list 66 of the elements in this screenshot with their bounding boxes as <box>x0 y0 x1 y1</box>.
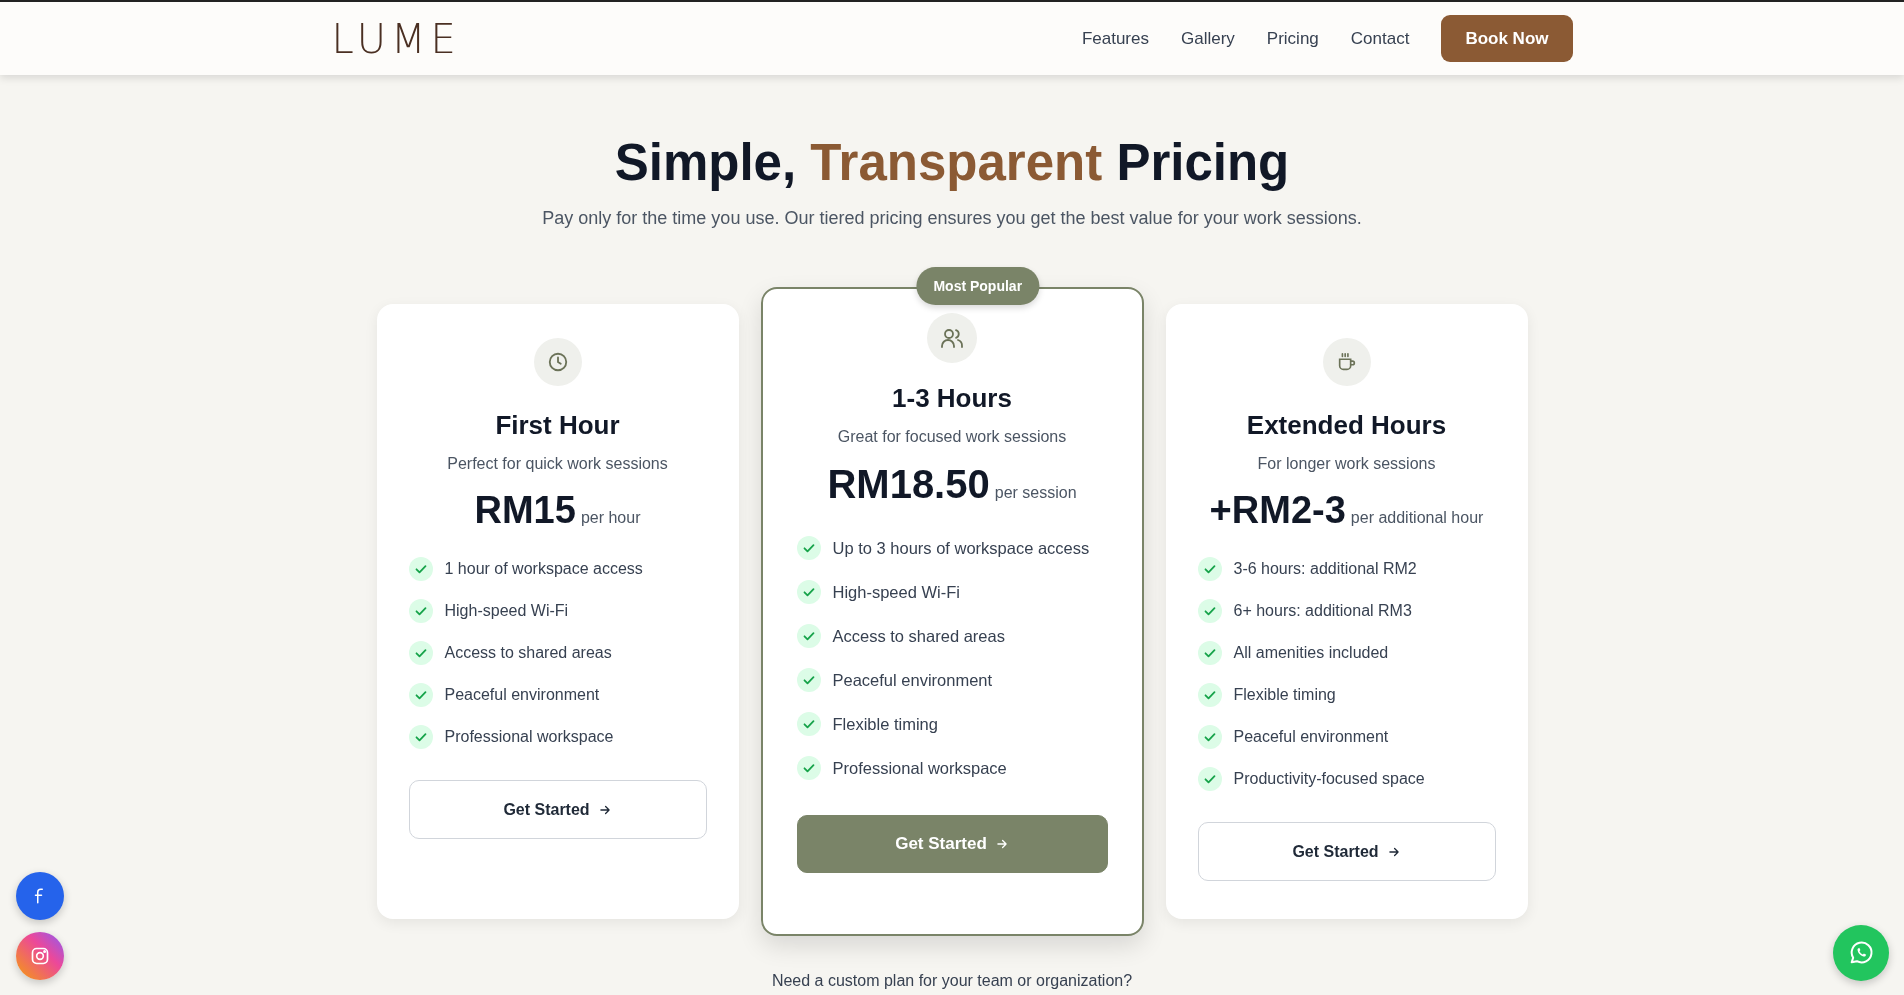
feature-text: High-speed Wi-Fi <box>444 601 569 621</box>
feature-text: Up to 3 hours of workspace access <box>832 538 1090 559</box>
feature-text: All amenities included <box>1233 643 1389 663</box>
get-started-button[interactable]: Get Started <box>796 815 1108 873</box>
nav-link[interactable]: Contact <box>1350 28 1410 49</box>
feature-text: Access to shared areas <box>444 643 612 663</box>
get-started-button[interactable]: Get Started <box>408 780 707 839</box>
check-icon <box>1197 683 1222 707</box>
nav-link[interactable]: Features <box>1081 28 1149 49</box>
logo[interactable]: LUME <box>331 15 461 62</box>
users-icon <box>940 326 964 350</box>
check-icon <box>408 683 433 707</box>
feature-text: Peaceful environment <box>832 670 993 691</box>
plan-description: Great for focused work sessions <box>837 428 1067 446</box>
check-icon <box>796 756 821 780</box>
popular-badge: Most Popular <box>916 267 1040 305</box>
check-icon <box>408 725 433 749</box>
check-icon <box>408 641 433 665</box>
check-icon <box>1197 725 1222 749</box>
feature-text: Productivity-focused space <box>1233 769 1425 789</box>
plan-price: +RM2-3 <box>1209 489 1346 532</box>
check-icon <box>796 668 821 692</box>
feature-text: Professional workspace <box>832 758 1007 779</box>
price-unit: per session <box>994 484 1077 502</box>
book-now-button[interactable]: Book Now <box>1441 15 1573 62</box>
plan-price: RM15 <box>474 489 576 532</box>
nav-link[interactable]: Gallery <box>1180 28 1235 49</box>
feature-text: Access to shared areas <box>832 626 1005 647</box>
feature-text: Flexible timing <box>832 714 938 735</box>
clock-icon <box>546 351 569 373</box>
page-subtitle: Pay only for the time you use. Our tiered pricing ensures you get the best value for your work sessions. <box>542 208 1362 229</box>
plan-title: 1-3 Hours <box>892 383 1012 414</box>
chat-button[interactable] <box>1833 925 1889 981</box>
plan-title: First Hour <box>495 410 620 441</box>
feature-text: 6+ hours: additional RM3 <box>1233 601 1412 621</box>
plan-title: Extended Hours <box>1246 410 1447 441</box>
feature-text: Professional workspace <box>444 727 614 747</box>
arrow-right-icon <box>994 837 1009 851</box>
check-icon <box>796 580 821 604</box>
feature-text: High-speed Wi-Fi <box>832 582 960 603</box>
instagram-icon <box>30 946 50 966</box>
feature-text: 1 hour of workspace access <box>444 559 643 579</box>
check-icon <box>1197 557 1222 581</box>
feature-text: Peaceful environment <box>1233 727 1389 747</box>
price-unit: per hour <box>580 509 641 527</box>
get-started-button[interactable]: Get Started <box>1197 822 1496 881</box>
instagram-button[interactable] <box>16 932 64 980</box>
check-icon <box>1197 599 1222 623</box>
price-unit: per additional hour <box>1350 509 1484 527</box>
check-icon <box>1197 641 1222 665</box>
custom-plan-text: Need a custom plan for your team or organization? <box>771 972 1133 990</box>
check-icon <box>796 624 821 648</box>
plan-price: RM18.50 <box>827 462 990 507</box>
plan-description: Perfect for quick work sessions <box>447 455 668 473</box>
check-icon <box>796 536 821 560</box>
check-icon <box>408 599 433 623</box>
facebook-button[interactable] <box>16 872 64 920</box>
nav-link[interactable]: Pricing <box>1266 28 1319 49</box>
plan-description: For longer work sessions <box>1257 455 1436 473</box>
check-icon <box>408 557 433 581</box>
check-icon <box>796 712 821 736</box>
feature-text: Flexible timing <box>1233 685 1336 705</box>
feature-text: Peaceful environment <box>444 685 600 705</box>
check-icon <box>1197 767 1222 791</box>
page-heading: Simple, Transparent Pricing <box>614 133 1290 192</box>
feature-text: 3-6 hours: additional RM2 <box>1233 559 1417 579</box>
